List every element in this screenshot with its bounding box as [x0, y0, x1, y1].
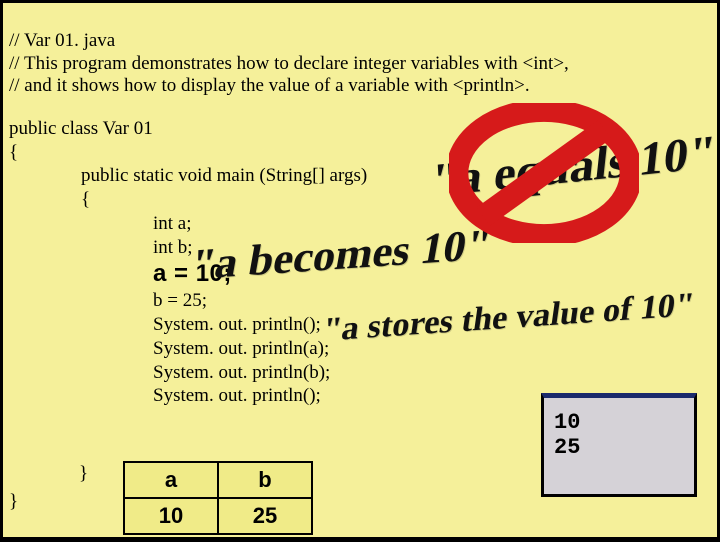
- highlighted-assignment: a = 10;: [153, 260, 232, 287]
- output-line: 10: [554, 410, 580, 435]
- code-line: System. out. println(a);: [153, 338, 329, 359]
- code-line: {: [81, 189, 90, 210]
- table-row: a b: [124, 462, 312, 498]
- code-line: int a;: [153, 213, 192, 234]
- wordart-stores: "a stores the value of 10": [320, 286, 697, 349]
- code-line: public class Var 01: [9, 118, 153, 139]
- code-line: int b;: [153, 237, 193, 258]
- code-block: public class Var 01 { public static void…: [9, 93, 367, 408]
- table-row: 10 25: [124, 498, 312, 534]
- code-line: System. out. println();: [153, 385, 321, 406]
- code-line: b = 25;: [153, 290, 207, 311]
- slide: // Var 01. java // This program demonstr…: [2, 2, 718, 538]
- mem-value-a: 10: [124, 498, 218, 534]
- code-line: System. out. println();: [153, 314, 321, 335]
- comment-line: // This program demonstrates how to decl…: [9, 53, 569, 74]
- code-line: System. out. println(b);: [153, 362, 330, 383]
- comment-line: // Var 01. java: [9, 30, 115, 51]
- mem-header-a: a: [124, 462, 218, 498]
- output-line: 25: [554, 435, 580, 460]
- code-line: }: [9, 491, 18, 513]
- mem-header-b: b: [218, 462, 312, 498]
- wordart-equals: "a equals 10": [428, 125, 719, 209]
- code-line: public static void main (String[] args): [81, 165, 367, 186]
- memory-table: a b 10 25: [123, 461, 313, 535]
- output-console: 10 25: [541, 393, 697, 497]
- mem-value-b: 25: [218, 498, 312, 534]
- code-comments: // Var 01. java // This program demonstr…: [9, 7, 569, 98]
- code-line: }: [79, 463, 88, 485]
- prohibition-icon: [449, 103, 639, 243]
- code-line: {: [9, 142, 18, 163]
